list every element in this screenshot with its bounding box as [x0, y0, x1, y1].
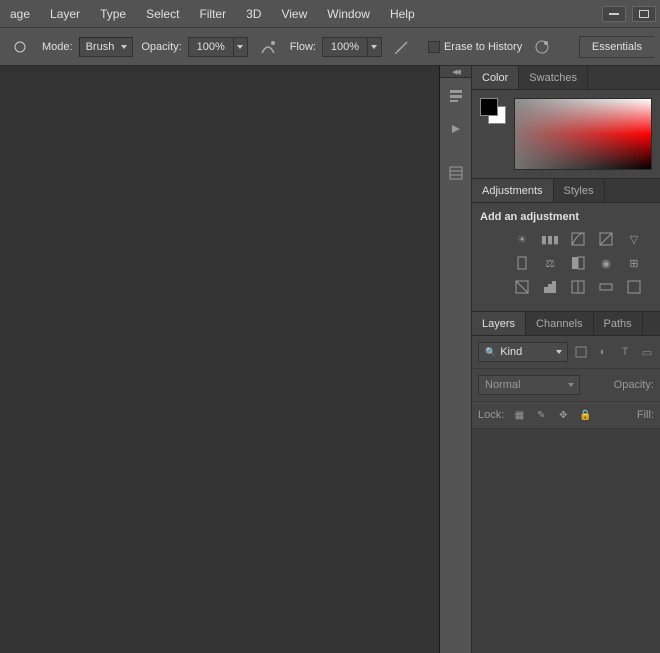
menu-filter[interactable]: Filter — [189, 7, 236, 21]
menubar: age Layer Type Select Filter 3D View Win… — [0, 0, 660, 28]
lock-all-icon[interactable]: 🔒 — [578, 408, 592, 422]
photo-filter-icon[interactable]: ◉ — [598, 255, 614, 271]
lock-position-icon[interactable]: ✥ — [556, 408, 570, 422]
color-panel — [472, 90, 660, 179]
threshold-icon[interactable] — [570, 279, 586, 295]
posterize-icon[interactable] — [542, 279, 558, 295]
curves-icon[interactable] — [570, 231, 586, 247]
tab-styles[interactable]: Styles — [554, 179, 605, 202]
adjustments-panel: Add an adjustment ☀ ▮▮▮ ▽ ⚖ ◉ ⊞ — [472, 203, 660, 312]
options-bar: Mode: Brush Opacity: 100% Flow: 100% Era… — [0, 28, 660, 66]
tab-layers[interactable]: Layers — [472, 312, 526, 335]
blend-mode-select[interactable]: Normal — [478, 375, 580, 395]
tab-swatches[interactable]: Swatches — [519, 66, 588, 89]
menu-type[interactable]: Type — [90, 7, 136, 21]
filter-adjustment-icon[interactable]: ◐ — [596, 345, 610, 359]
lock-transparency-icon[interactable]: ▦ — [512, 408, 526, 422]
flow-dropdown[interactable] — [368, 37, 382, 57]
color-balance-icon[interactable]: ⚖ — [542, 255, 558, 271]
selective-color-icon[interactable] — [626, 279, 642, 295]
dock-strip — [440, 66, 472, 653]
foreground-color[interactable] — [480, 98, 498, 116]
menu-select[interactable]: Select — [136, 7, 189, 21]
adjustments-panel-tabs: Adjustments Styles — [472, 179, 660, 203]
vibrance-icon[interactable]: ▽ — [626, 231, 642, 247]
flow-input[interactable]: 100% — [322, 37, 368, 57]
tab-adjustments[interactable]: Adjustments — [472, 179, 554, 202]
canvas-area[interactable] — [0, 66, 440, 653]
menu-3d[interactable]: 3D — [236, 7, 271, 21]
layers-list[interactable] — [472, 429, 660, 653]
invert-icon[interactable] — [514, 279, 530, 295]
mode-select[interactable]: Brush — [79, 37, 134, 57]
erase-history-label: Erase to History — [444, 41, 522, 53]
levels-icon[interactable]: ▮▮▮ — [542, 231, 558, 247]
opacity-input[interactable]: 100% — [188, 37, 234, 57]
history-panel-icon[interactable] — [440, 80, 471, 110]
color-spectrum[interactable] — [514, 98, 652, 170]
properties-panel-icon[interactable] — [440, 158, 471, 188]
layer-kind-select[interactable]: Kind — [478, 342, 568, 362]
menu-help[interactable]: Help — [380, 7, 425, 21]
tab-color[interactable]: Color — [472, 66, 519, 89]
filter-shape-icon[interactable]: ▭ — [640, 345, 654, 359]
filter-type-icon[interactable]: T — [618, 345, 632, 359]
menu-view[interactable]: View — [271, 7, 317, 21]
fill-label: Fill: — [637, 409, 654, 421]
lock-pixels-icon[interactable]: ✎ — [534, 408, 548, 422]
window-controls — [602, 6, 660, 22]
pressure-opacity-icon[interactable] — [254, 33, 282, 61]
tab-channels[interactable]: Channels — [526, 312, 593, 335]
actions-panel-icon[interactable] — [440, 114, 471, 144]
foreground-background-swatch[interactable] — [480, 98, 506, 124]
black-white-icon[interactable] — [570, 255, 586, 271]
color-panel-tabs: Color Swatches — [472, 66, 660, 90]
layers-panel-tabs: Layers Channels Paths — [472, 312, 660, 336]
workspace-switcher[interactable]: Essentials — [579, 36, 654, 58]
exposure-icon[interactable] — [598, 231, 614, 247]
airbrush-icon[interactable] — [388, 33, 416, 61]
channel-mixer-icon[interactable]: ⊞ — [626, 255, 642, 271]
brightness-contrast-icon[interactable]: ☀ — [514, 231, 530, 247]
panels-dock: Color Swatches Adjustments Styles Add an… — [472, 66, 660, 653]
lock-label: Lock: — [478, 409, 504, 421]
mode-label: Mode: — [42, 41, 73, 53]
pressure-size-icon[interactable] — [528, 33, 556, 61]
menu-window[interactable]: Window — [317, 7, 380, 21]
collapse-dock-icon[interactable] — [440, 66, 471, 78]
workspace: Color Swatches Adjustments Styles Add an… — [0, 66, 660, 653]
minimize-button[interactable] — [602, 6, 626, 22]
filter-pixel-icon[interactable] — [574, 345, 588, 359]
erase-history-checkbox[interactable] — [428, 41, 440, 53]
maximize-button[interactable] — [632, 6, 656, 22]
opacity-label: Opacity: — [141, 41, 181, 53]
flow-label: Flow: — [290, 41, 316, 53]
tab-paths[interactable]: Paths — [594, 312, 643, 335]
menu-layer[interactable]: Layer — [40, 7, 90, 21]
opacity-dropdown[interactable] — [234, 37, 248, 57]
brush-preset-icon[interactable] — [6, 33, 34, 61]
adjustments-heading: Add an adjustment — [480, 211, 652, 223]
layers-panel: Kind ◐ T ▭ Normal Opacity: Lock: ▦ ✎ ✥ 🔒… — [472, 336, 660, 653]
hue-saturation-icon[interactable] — [514, 255, 530, 271]
gradient-map-icon[interactable] — [598, 279, 614, 295]
layer-opacity-label: Opacity: — [614, 379, 654, 391]
menu-image[interactable]: age — [0, 7, 40, 21]
